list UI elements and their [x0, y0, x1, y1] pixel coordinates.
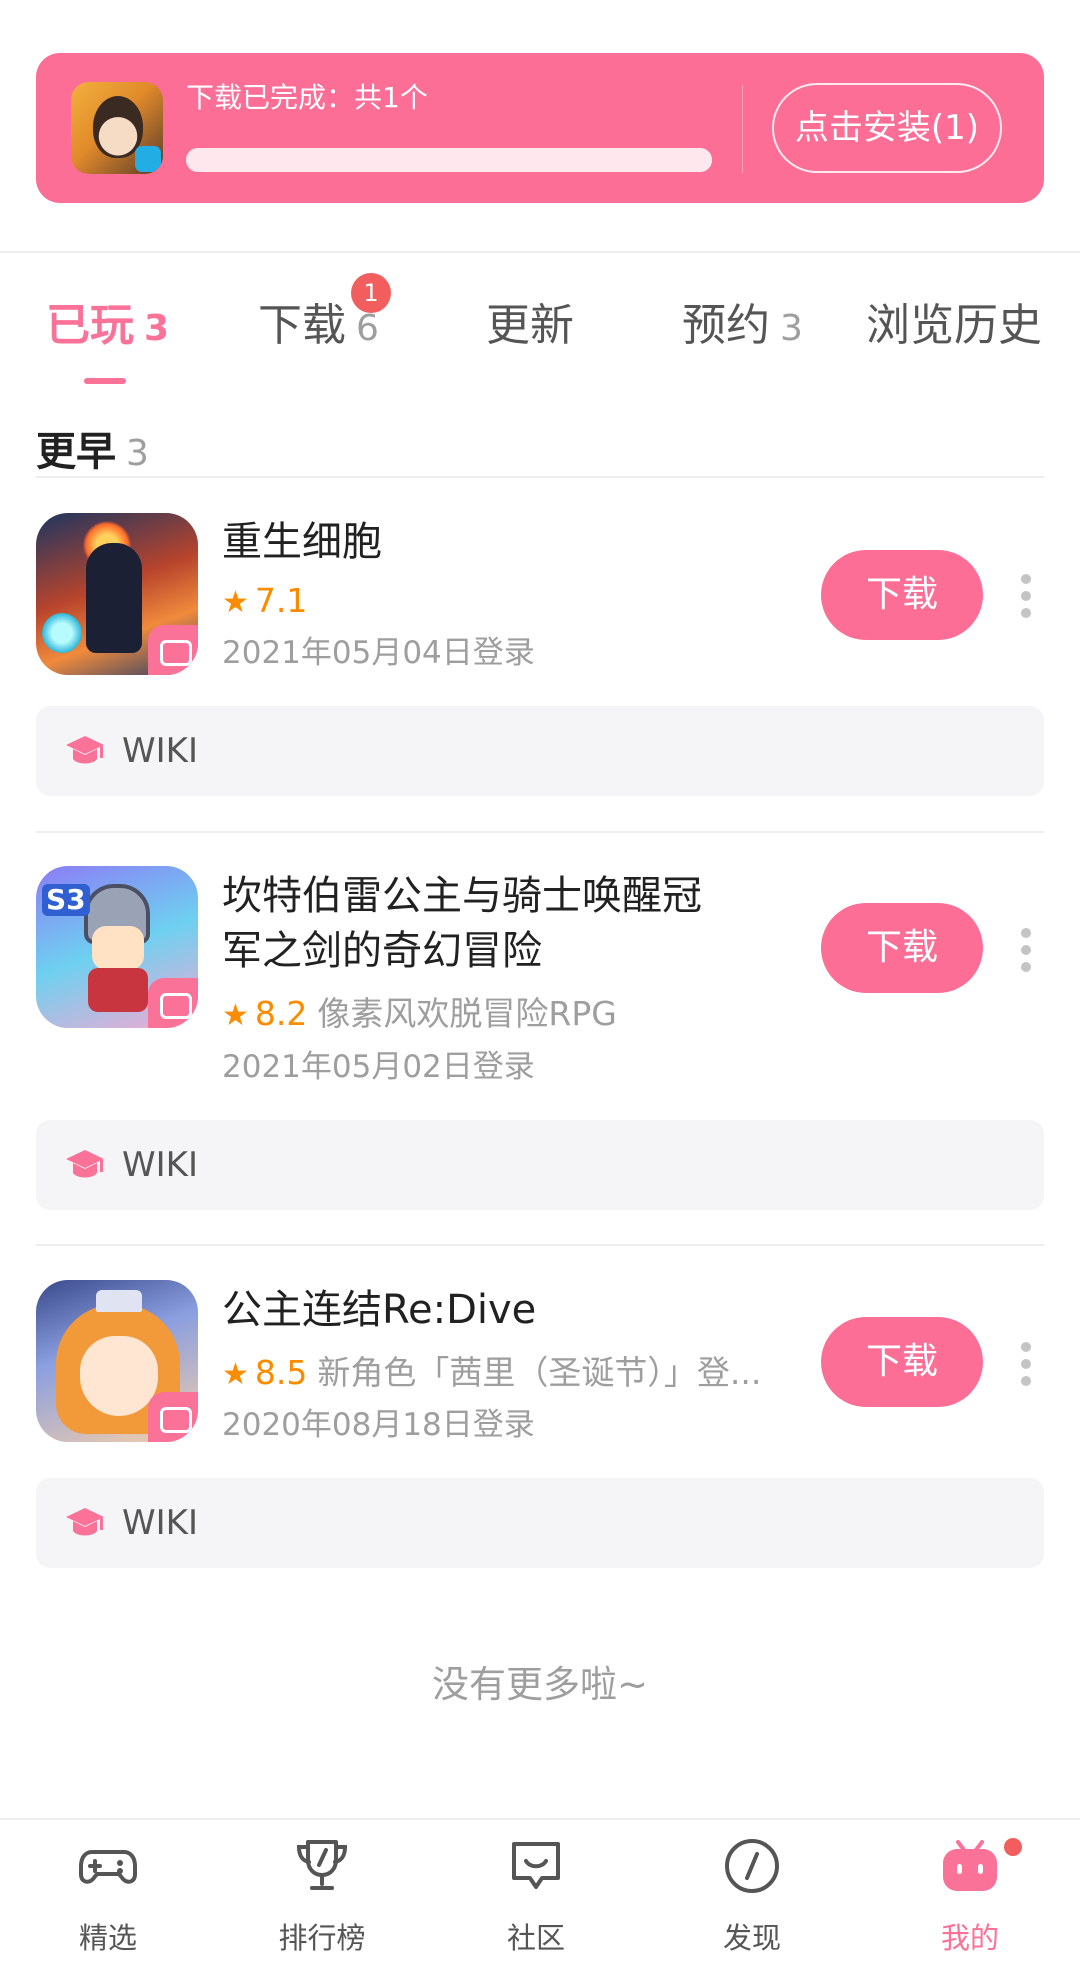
- section-count: 3: [126, 433, 149, 474]
- nav-mine[interactable]: 我的: [890, 1820, 1050, 1967]
- login-date: 2021年05月02日登录: [222, 1049, 535, 1085]
- wiki-link[interactable]: WIKI: [36, 706, 1044, 796]
- end-of-list-text: 没有更多啦~: [431, 1663, 648, 1706]
- bilibili-tv-icon: [943, 1840, 997, 1891]
- download-count-badge: 1: [351, 273, 391, 313]
- section-title: 更早 3: [36, 427, 149, 479]
- star-icon: ★: [222, 1357, 249, 1392]
- page: 下载已完成：共1个 点击安装(1) 已玩 3 下载 6 1 更新 预约 3 浏览历史 …: [0, 0, 1080, 1967]
- download-game-icon: [71, 82, 163, 174]
- bilibili-tv-icon: [148, 625, 198, 675]
- game-rating-line: ★ 8.2 像素风欢脱冒险RPG: [222, 993, 774, 1037]
- game-tagline: 像素风欢脱冒险RPG: [317, 994, 617, 1033]
- s3-tag: S3: [42, 884, 90, 916]
- nav-featured[interactable]: 精选: [28, 1820, 188, 1967]
- install-button[interactable]: 点击安装(1): [772, 83, 1002, 173]
- nav-community[interactable]: 社区: [456, 1820, 616, 1967]
- gamepad-icon: [79, 1850, 137, 1884]
- nav-label: 排行榜: [278, 1921, 366, 1955]
- divider: [36, 1244, 1044, 1246]
- download-progress-fill: [186, 148, 712, 172]
- download-progress-bar: [186, 148, 712, 172]
- graduation-cap-icon: [66, 1150, 104, 1178]
- download-status-text: 下载已完成：共1个: [186, 81, 428, 114]
- tab-reserve[interactable]: 预约 3: [682, 296, 803, 359]
- banner-divider: [742, 85, 743, 173]
- game-name-line-2[interactable]: 军之剑的奇幻冒险: [222, 924, 542, 978]
- notification-dot: [1004, 1838, 1022, 1856]
- game-score: 8.2: [254, 994, 308, 1033]
- divider: [36, 831, 1044, 833]
- download-button[interactable]: 下载: [821, 1317, 983, 1407]
- nav-label: 我的: [940, 1921, 999, 1955]
- trophy-icon: [296, 1840, 348, 1890]
- bottom-navigation: 精选 排行榜 社区 发现 我的: [0, 1818, 1080, 1967]
- more-options-icon[interactable]: [1012, 1334, 1040, 1394]
- tab-history[interactable]: 浏览历史: [866, 296, 1042, 356]
- wiki-label: WIKI: [122, 1503, 198, 1543]
- tab-label: 浏览历史: [866, 300, 1042, 351]
- more-options-icon[interactable]: [1012, 566, 1040, 626]
- divider: [0, 251, 1080, 253]
- compass-icon: [725, 1839, 779, 1893]
- tab-label: 预约: [682, 300, 770, 351]
- game-rating-line: ★ 8.5 新角色「茜里（圣诞节）」登...: [222, 1352, 774, 1396]
- game-tagline: 新角色「茜里（圣诞节）」登...: [317, 1353, 762, 1392]
- nav-label: 发现: [722, 1921, 781, 1955]
- game-name[interactable]: 重生细胞: [222, 515, 382, 569]
- nav-label: 精选: [78, 1921, 137, 1955]
- game-name[interactable]: 公主连结Re:Dive: [222, 1283, 536, 1337]
- game-score: 8.5: [254, 1353, 308, 1392]
- nav-label: 社区: [506, 1921, 565, 1955]
- tab-label: 下载: [258, 300, 346, 351]
- chat-icon: [512, 1842, 560, 1889]
- game-score: 7.1: [254, 581, 308, 620]
- tab-label: 更新: [486, 300, 574, 351]
- tab-count: 3: [144, 308, 170, 349]
- download-button[interactable]: 下载: [821, 550, 983, 640]
- download-complete-banner[interactable]: 下载已完成：共1个 点击安装(1): [36, 53, 1044, 203]
- divider: [36, 476, 1044, 478]
- nav-ranking[interactable]: 排行榜: [242, 1820, 402, 1967]
- star-icon: ★: [222, 998, 249, 1033]
- tab-count: 3: [780, 308, 803, 349]
- active-tab-indicator: [84, 378, 126, 384]
- wiki-link[interactable]: WIKI: [36, 1478, 1044, 1568]
- game-icon-dead-cells[interactable]: [36, 513, 198, 675]
- download-button[interactable]: 下载: [821, 903, 983, 993]
- wiki-label: WIKI: [122, 1145, 198, 1185]
- more-options-icon[interactable]: [1012, 920, 1040, 980]
- star-icon: ★: [222, 585, 249, 620]
- bilibili-badge-icon: [135, 146, 161, 172]
- tab-count: 6: [356, 308, 379, 349]
- game-rating-line: ★ 7.1: [222, 580, 774, 624]
- bilibili-tv-icon: [148, 978, 198, 1028]
- tab-label: 已玩: [46, 300, 134, 351]
- login-date: 2020年08月18日登录: [222, 1407, 535, 1443]
- wiki-label: WIKI: [122, 731, 198, 771]
- game-name-line-1[interactable]: 坎特伯雷公主与骑士唤醒冠: [222, 869, 702, 923]
- login-date: 2021年05月04日登录: [222, 635, 535, 671]
- tab-update[interactable]: 更新: [486, 296, 574, 356]
- bilibili-tv-icon: [148, 1392, 198, 1442]
- tab-played[interactable]: 已玩 3: [46, 296, 169, 359]
- game-icon-princess-connect[interactable]: [36, 1280, 198, 1442]
- game-icon-guardian-tales[interactable]: S3: [36, 866, 198, 1028]
- wiki-link[interactable]: WIKI: [36, 1120, 1044, 1210]
- graduation-cap-icon: [66, 1508, 104, 1536]
- section-label: 更早: [36, 429, 116, 475]
- nav-discover[interactable]: 发现: [672, 1820, 832, 1967]
- graduation-cap-icon: [66, 736, 104, 764]
